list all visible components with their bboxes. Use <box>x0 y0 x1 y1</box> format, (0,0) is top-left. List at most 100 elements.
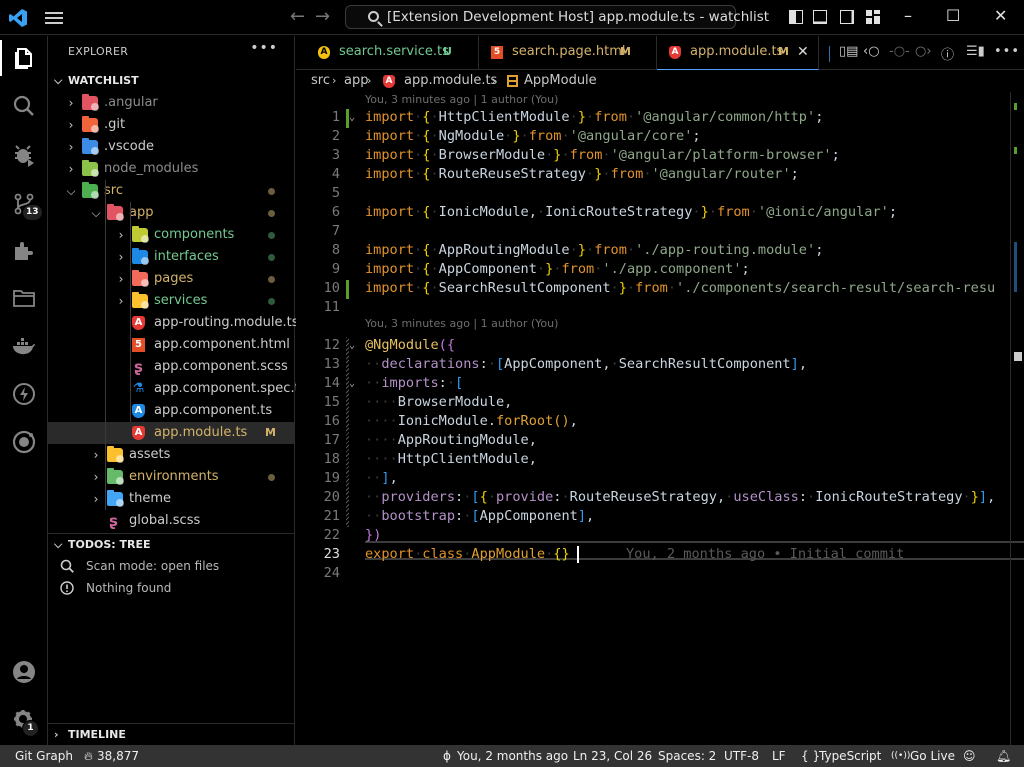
flame-count[interactable]: 38,877 <box>97 745 139 767</box>
cursor-position[interactable]: Ln 23, Col 26 <box>573 745 652 767</box>
indentation[interactable]: Spaces: 2 <box>658 745 716 767</box>
code-line[interactable]: 10 import·{·SearchResultComponent·}·from·… <box>296 279 1024 298</box>
tree-folder[interactable]: › interfaces <box>48 246 294 268</box>
code-line[interactable]: 19 ··], <box>296 469 1024 488</box>
activity-docker[interactable] <box>0 324 48 368</box>
tree-file[interactable]: ʂ app.component.scss <box>48 356 294 378</box>
arrow-right-icon[interactable]: → <box>315 7 330 27</box>
todos-section-header[interactable]: ⌵ TODOS: TREE <box>48 533 294 555</box>
activity-run-debug[interactable] <box>0 133 48 177</box>
tab-app-module[interactable]: A app.module.ts M ✕ <box>657 36 819 70</box>
tree-folder[interactable]: › pages <box>48 268 294 290</box>
go-live-button[interactable]: Go Live <box>910 745 955 767</box>
minimize-button[interactable]: – <box>904 5 912 27</box>
activity-accounts[interactable] <box>0 650 48 694</box>
fold-chevron-icon[interactable]: ⌄ <box>349 336 355 355</box>
tree-folder[interactable]: ⌵ app <box>48 202 294 224</box>
git-blame-status[interactable]: You, 2 months ago <box>457 745 568 767</box>
codelens-authors[interactable]: You, 3 minutes ago | 1 author (You) <box>365 92 558 108</box>
breadcrumb-file[interactable]: app.module.ts <box>404 70 497 92</box>
command-center-search[interactable]: [Extension Development Host] app.module.… <box>345 5 769 29</box>
fold-chevron-icon[interactable]: ⌄ <box>349 108 355 127</box>
tree-folder[interactable]: › components <box>48 224 294 246</box>
code-line[interactable]: 15 ····BrowserModule, <box>296 393 1024 412</box>
activity-explorer[interactable] <box>0 36 48 80</box>
code-line[interactable]: 16 ····IonicModule.forRoot(), <box>296 412 1024 431</box>
workspace-section-header[interactable]: ⌵ WATCHLIST <box>48 70 294 92</box>
git-commit-icon[interactable]: -○- <box>889 44 910 59</box>
code-line[interactable]: 11 <box>296 298 1024 317</box>
code-line[interactable]: 6 import·{·IonicModule,·IonicRouteStrateg… <box>296 203 1024 222</box>
codelens-authors[interactable]: You, 3 minutes ago | 1 author (You) <box>365 316 558 332</box>
activity-source-control[interactable]: 13 <box>0 182 48 226</box>
code-line[interactable]: 14 ··imports:·[⌄ <box>296 374 1024 393</box>
toggle-secondary-sidebar-icon[interactable] <box>840 10 854 24</box>
breadcrumb-src[interactable]: src <box>311 70 330 92</box>
todo-scan-mode[interactable]: Scan mode: open files <box>48 555 294 577</box>
code-line[interactable]: 17 ····AppRoutingModule, <box>296 431 1024 450</box>
close-tab-icon[interactable]: ✕ <box>797 36 809 68</box>
close-window-button[interactable]: ✕ <box>994 5 1007 27</box>
tree-folder[interactable]: › services <box>48 290 294 312</box>
git-graph-button[interactable]: Git Graph <box>15 745 73 767</box>
code-line[interactable]: 7 <box>296 222 1024 241</box>
editor-scrollbar[interactable] <box>1010 92 1024 745</box>
open-changes-icon[interactable]: ▯▤ <box>839 44 858 59</box>
activity-manage[interactable]: 1 <box>0 698 48 742</box>
tree-file[interactable]: Aapp.component.ts <box>48 400 294 422</box>
activity-extensions[interactable] <box>0 229 48 273</box>
menu-icon[interactable] <box>44 9 64 27</box>
tree-file[interactable]: 5 app.component.html <box>48 334 294 356</box>
end-of-line[interactable]: LF <box>772 745 786 767</box>
activity-thunder-client[interactable] <box>0 372 48 416</box>
tree-file[interactable]: Aapp-routing.module.ts <box>48 312 298 334</box>
copilot-icon[interactable]: ☺ <box>963 745 976 767</box>
code-line[interactable]: 8 import·{·AppRoutingModule·}·from·'./app… <box>296 241 1024 260</box>
activity-search[interactable] <box>0 84 48 128</box>
tree-folder[interactable]: › environments <box>48 466 294 488</box>
tree-folder[interactable]: › theme <box>48 488 294 510</box>
timeline-section-header[interactable]: › TIMELINE <box>48 723 294 745</box>
tree-folder[interactable]: › .angular <box>48 92 294 114</box>
fold-chevron-icon[interactable]: ⌄ <box>349 374 355 393</box>
code-line[interactable]: 4 import·{·RouteReuseStrategy·}·from·'@an… <box>296 165 1024 184</box>
tree-folder[interactable]: › node_modules <box>48 158 294 180</box>
tree-file[interactable]: Aapp.module.ts M <box>48 422 294 444</box>
code-line[interactable]: 20 ··providers:·[{·provide:·RouteReuseStr… <box>296 488 1024 507</box>
code-line[interactable]: 1 import·{·HttpClientModule·}·from·'@angu… <box>296 108 1024 127</box>
code-line[interactable]: 23 export·class·AppModule·{} You, 2 months… <box>296 545 1024 564</box>
encoding[interactable]: UTF-8 <box>724 745 759 767</box>
tree-file[interactable]: ʂ global.scss <box>48 510 294 532</box>
code-editor[interactable]: You, 3 minutes ago | 1 author (You) You,… <box>296 92 1024 745</box>
split-editor-icon[interactable]: ☰▮ <box>966 44 985 59</box>
code-line[interactable]: 2 import·{·NgModule·}·from·'@angular/core… <box>296 127 1024 146</box>
tree-file[interactable]: ⚗ app.component.spec.ts <box>48 378 307 400</box>
git-graph-icon[interactable]: ⓘ <box>941 44 954 63</box>
arrow-left-icon[interactable]: ← <box>290 7 305 27</box>
tree-folder[interactable]: › .vscode <box>48 136 294 158</box>
code-line[interactable]: 13 ··declarations:·[AppComponent,·SearchR… <box>296 355 1024 374</box>
git-previous-icon[interactable]: ‹○ <box>863 44 880 59</box>
bell-icon[interactable]: 🔔︎ <box>996 745 1011 767</box>
activity-folders[interactable] <box>0 276 48 320</box>
tree-folder[interactable]: › .git <box>48 114 294 136</box>
toggle-primary-sidebar-icon[interactable] <box>789 10 803 24</box>
breadcrumb-app[interactable]: app <box>344 70 368 92</box>
tab-search-service[interactable]: A search.service.ts U <box>296 36 479 70</box>
language-mode[interactable]: TypeScript <box>819 745 881 767</box>
tree-folder[interactable]: ⌵ src <box>48 180 294 202</box>
toggle-panel-icon[interactable] <box>813 10 827 24</box>
activity-ionic[interactable] <box>0 420 48 464</box>
code-line[interactable]: 5 <box>296 184 1024 203</box>
code-line[interactable]: 24 <box>296 564 1024 583</box>
more-actions-icon[interactable]: ••• <box>250 40 278 56</box>
code-line[interactable]: 21 ··bootstrap:·[AppComponent], <box>296 507 1024 526</box>
code-line[interactable]: 9 import·{·AppComponent·}·from·'./app.com… <box>296 260 1024 279</box>
code-line[interactable]: 22}) <box>296 526 1024 545</box>
code-line[interactable]: 18 ····HttpClientModule, <box>296 450 1024 469</box>
breadcrumb-symbol[interactable]: AppModule <box>524 70 597 92</box>
tree-folder[interactable]: › assets <box>48 444 294 466</box>
customize-layout-icon[interactable] <box>866 10 880 24</box>
tab-search-page-html[interactable]: 5 search.page.html M <box>479 36 657 70</box>
git-next-icon[interactable]: ○› <box>915 44 932 59</box>
